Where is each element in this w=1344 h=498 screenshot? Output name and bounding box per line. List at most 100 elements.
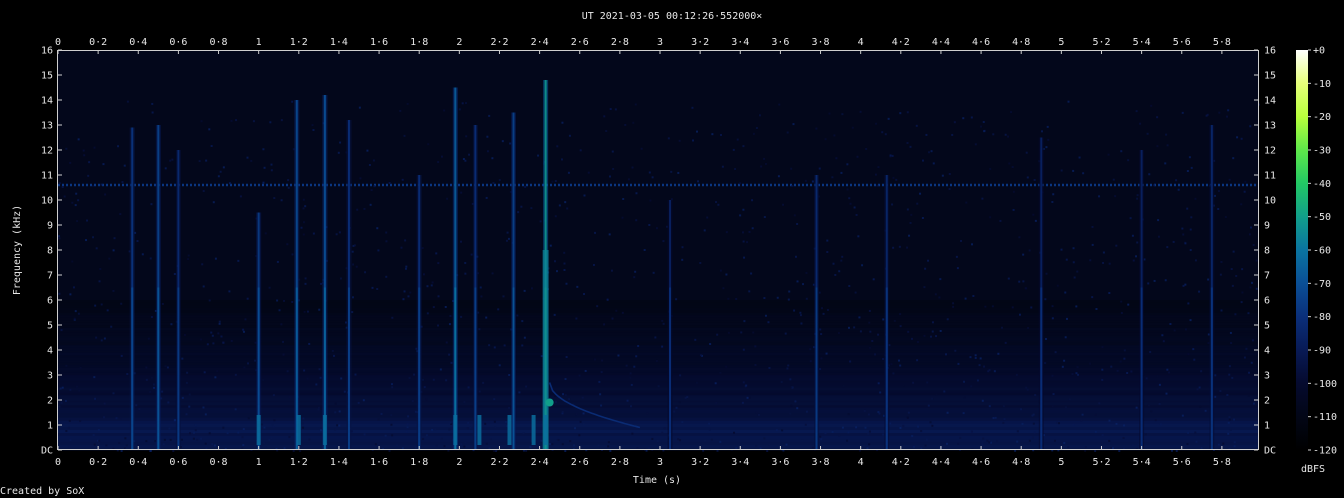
broadband-event — [346, 120, 352, 450]
noise-speckle — [739, 182, 742, 185]
noise-speckle — [1107, 153, 1110, 156]
noise-speckle — [1032, 213, 1035, 216]
noise-floor-row — [58, 300, 1258, 303]
noise-speckle — [1226, 115, 1229, 118]
noise-speckle — [287, 186, 290, 189]
noise-speckle — [173, 273, 176, 276]
noise-speckle — [288, 436, 291, 439]
noise-speckle — [786, 131, 789, 134]
noise-speckle — [670, 198, 673, 201]
noise-speckle — [208, 299, 211, 302]
noise-speckle — [564, 201, 567, 204]
noise-speckle — [787, 298, 790, 301]
noise-speckle — [1164, 279, 1167, 282]
noise-floor-row — [58, 412, 1258, 416]
noise-speckle — [1030, 306, 1033, 309]
noise-speckle — [633, 365, 636, 368]
noise-speckle — [890, 363, 893, 366]
low-band-row — [58, 424, 1258, 427]
noise-speckle — [247, 417, 250, 420]
noise-speckle — [216, 370, 219, 373]
noise-speckle — [82, 149, 85, 152]
noise-speckle — [373, 185, 376, 188]
noise-speckle — [237, 431, 240, 434]
noise-speckle — [1195, 440, 1198, 443]
noise-speckle — [1219, 390, 1222, 393]
noise-speckle — [250, 159, 253, 162]
noise-speckle — [792, 123, 795, 126]
noise-speckle — [372, 159, 375, 162]
noise-speckle — [1011, 166, 1014, 169]
noise-speckle — [1250, 361, 1253, 364]
noise-speckle — [800, 322, 803, 325]
noise-speckle — [755, 411, 758, 414]
x-tick-label: 4·6 — [972, 37, 990, 48]
noise-speckle — [366, 149, 369, 152]
x-tick-label: 0 — [55, 37, 61, 48]
noise-speckle — [563, 262, 566, 265]
noise-speckle — [103, 337, 106, 340]
noise-speckle — [563, 251, 566, 254]
noise-speckle — [1064, 291, 1067, 294]
broadband-event — [472, 125, 478, 450]
noise-speckle — [320, 407, 323, 410]
noise-speckle — [879, 391, 882, 394]
noise-speckle — [825, 352, 828, 355]
noise-speckle — [74, 204, 77, 207]
noise-speckle — [300, 226, 303, 229]
noise-speckle — [953, 121, 956, 124]
noise-speckle — [824, 432, 827, 435]
noise-speckle — [893, 319, 896, 322]
noise-speckle — [263, 442, 266, 445]
noise-speckle — [208, 432, 211, 435]
noise-speckle — [1065, 258, 1068, 261]
noise-speckle — [414, 410, 417, 413]
noise-speckle — [1010, 111, 1013, 114]
x-tick-label: 1·8 — [410, 37, 428, 48]
noise-speckle — [485, 316, 488, 319]
noise-speckle — [270, 437, 273, 440]
noise-speckle — [247, 362, 250, 365]
noise-speckle — [273, 197, 276, 200]
noise-speckle — [390, 383, 393, 386]
noise-speckle — [460, 315, 463, 318]
noise-speckle — [77, 138, 80, 141]
noise-speckle — [1122, 436, 1125, 439]
noise-speckle — [854, 291, 857, 294]
noise-speckle — [861, 264, 864, 267]
noise-speckle — [1031, 436, 1034, 439]
noise-speckle — [981, 399, 984, 402]
noise-speckle — [319, 376, 322, 379]
noise-speckle — [868, 321, 871, 324]
noise-speckle — [234, 408, 237, 411]
y-tick-label: 5 — [47, 321, 53, 332]
noise-speckle — [210, 331, 213, 334]
x-tick-label: 1·4 — [330, 37, 348, 48]
noise-speckle — [959, 436, 962, 439]
noise-speckle — [566, 207, 569, 210]
noise-speckle — [430, 284, 433, 287]
x-tick-label: 3·6 — [771, 457, 789, 468]
noise-speckle — [163, 438, 166, 441]
noise-speckle — [167, 401, 170, 404]
noise-speckle — [945, 442, 948, 445]
noise-speckle — [391, 434, 394, 437]
noise-speckle — [1252, 402, 1255, 405]
noise-speckle — [948, 172, 951, 175]
noise-speckle — [126, 100, 129, 103]
y-tick-label: 10 — [1264, 196, 1276, 207]
noise-speckle — [1044, 298, 1047, 301]
noise-speckle — [1064, 336, 1067, 339]
noise-floor-row — [58, 400, 1258, 403]
noise-speckle — [655, 359, 658, 362]
broadband-event — [256, 212, 262, 450]
noise-speckle — [302, 233, 305, 236]
noise-speckle — [970, 385, 973, 388]
noise-speckle — [1072, 247, 1075, 250]
noise-speckle — [934, 293, 937, 296]
noise-speckle — [91, 184, 94, 187]
noise-speckle — [1156, 375, 1159, 378]
noise-speckle — [1249, 226, 1252, 229]
x-tick-label: 3 — [657, 37, 663, 48]
noise-speckle — [278, 309, 281, 312]
